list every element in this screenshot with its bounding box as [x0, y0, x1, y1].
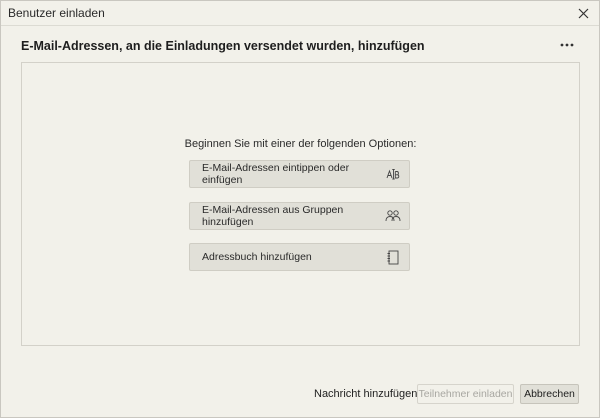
people-group-icon [385, 208, 401, 224]
options-prompt: Beginnen Sie mit einer der folgenden Opt… [184, 138, 417, 150]
page-heading: E-Mail-Adressen, an die Einladungen vers… [21, 39, 425, 53]
option-label: E-Mail-Adressen eintippen oder einfügen [202, 162, 350, 186]
close-icon [578, 8, 588, 18]
invite-participants-button[interactable]: Teilnehmer einladen [417, 384, 514, 404]
close-button[interactable] [575, 5, 591, 21]
title-bar: Benutzer einladen [1, 1, 599, 26]
cancel-button[interactable]: Abbrechen [520, 384, 579, 404]
add-message-link[interactable]: Nachricht hinzufügen [314, 388, 417, 400]
more-options-button[interactable] [557, 37, 577, 53]
invite-users-dialog: Benutzer einladen E-Mail-Adressen, an di… [0, 0, 600, 418]
add-address-book-button[interactable]: Adressbuch hinzufügen [189, 243, 410, 271]
add-emails-from-groups-button[interactable]: E-Mail-Adressen aus Gruppen hinzufügen [189, 202, 410, 230]
address-book-icon [385, 249, 401, 265]
options-panel: Beginnen Sie mit einer der folgenden Opt… [21, 62, 580, 346]
type-or-paste-emails-button[interactable]: E-Mail-Adressen eintippen oder einfügen [189, 160, 410, 188]
option-label: Adressbuch hinzufügen [202, 251, 312, 263]
more-options-icon [560, 43, 574, 47]
option-label: E-Mail-Adressen aus Gruppen hinzufügen [202, 204, 344, 228]
text-cursor-icon [386, 166, 401, 182]
dialog-title: Benutzer einladen [8, 6, 105, 20]
